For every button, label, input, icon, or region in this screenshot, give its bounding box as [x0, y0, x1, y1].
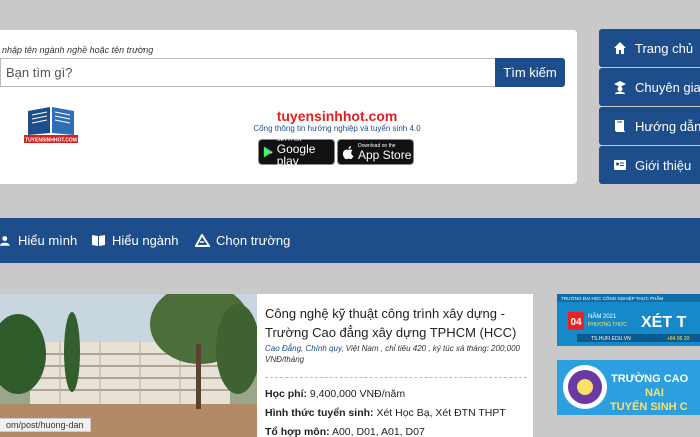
google-play-button[interactable]: GET IT ON Google play	[258, 137, 335, 168]
sidebar-item-experts[interactable]: Chuyên gia	[599, 68, 700, 106]
logo-text: TUYENSINHHOT.COM	[25, 138, 77, 144]
banner1-url: TS.HUFI.EDU.VN	[591, 336, 631, 342]
banner1-method: PHƯƠNG THỨC	[588, 321, 627, 328]
search-input[interactable]	[0, 58, 496, 87]
sidebar-item-about[interactable]: Giới thiệu	[599, 146, 700, 184]
school-icon	[195, 234, 210, 247]
graduate-icon	[614, 81, 626, 94]
banner1-big: XÉT T	[641, 312, 687, 331]
post-title[interactable]: Công nghệ kỹ thuật công trình xây dựng -…	[265, 304, 527, 342]
banner1-top: TRƯỜNG ĐẠI HỌC CÔNG NGHIỆP THỰC PHẨM	[561, 294, 663, 301]
sidebar-item-label: Chuyên gia	[635, 79, 700, 95]
banner1-phone: +84 96 20	[667, 336, 690, 342]
school-photo[interactable]	[0, 294, 257, 437]
banner2-top: TRƯỜNG CAO	[611, 372, 689, 385]
post-meta-category[interactable]: Cao Đẳng, Chính quy	[265, 344, 341, 353]
book-icon	[615, 120, 625, 132]
subject-combo-value: A00, D01, A01, D07	[331, 426, 425, 437]
tuition-label: Học phí:	[265, 388, 307, 400]
nav-item-schools[interactable]: Chọn trường	[195, 233, 290, 248]
app-store-button[interactable]: Download on the App Store	[337, 139, 414, 165]
hufi-ad-banner[interactable]: TRƯỜNG ĐẠI HỌC CÔNG NGHIỆP THỰC PHẨM 04 …	[557, 294, 700, 346]
brand-name[interactable]: tuyensinhhot.com	[242, 108, 432, 124]
google-play-big: Google play	[276, 141, 316, 168]
tuition-row: Học phí: 9,400,000 VNĐ/năm	[265, 388, 405, 400]
tuition-value: 9,400,000 VNĐ/năm	[309, 388, 406, 400]
sidebar-item-home[interactable]: Trang chủ	[599, 29, 700, 67]
banner2-mid: NAI	[645, 387, 664, 399]
brand-tagline: Cổng thông tin hướng nghiệp và tuyển sin…	[253, 124, 421, 133]
apple-icon	[342, 145, 354, 159]
user-icon	[0, 236, 10, 246]
app-store-big: App Store	[358, 147, 412, 162]
nav-item-label: Hiểu ngành	[112, 233, 179, 248]
admission-method-label: Hình thức tuyển sinh:	[265, 407, 374, 419]
admission-method-value: Xét Học Bạ, Xét ĐTN THPT	[376, 407, 506, 419]
card-divider	[265, 377, 527, 378]
home-icon	[614, 42, 626, 54]
banner1-number: 04	[570, 317, 582, 328]
search-hint: nhập tên ngành nghề hoặc tên trường	[2, 45, 154, 55]
post-meta: Cao Đẳng, Chính quy, Việt Nam , chỉ tiêu…	[265, 343, 529, 365]
nav-item-self[interactable]: Hiểu mình	[0, 233, 77, 248]
sidebar-item-label: Hướng dẫn	[635, 118, 700, 134]
college-ad-banner[interactable]: TRƯỜNG CAO NAI TUYỂN SINH C	[557, 360, 700, 415]
sidebar-item-label: Giới thiệu	[635, 157, 692, 173]
nav-item-majors[interactable]: Hiểu ngành	[91, 233, 179, 248]
nav-item-label: Hiểu mình	[18, 233, 78, 248]
google-play-icon	[263, 146, 273, 158]
admission-method-row: Hình thức tuyển sinh: Xét Học Bạ, Xét ĐT…	[265, 407, 506, 419]
subject-combo-label: Tổ hợp môn:	[265, 426, 330, 437]
sidebar-item-label: Trang chủ	[635, 40, 694, 56]
sidebar-item-guide[interactable]: Hướng dẫn	[599, 107, 700, 145]
open-book-icon	[92, 235, 105, 246]
browser-status-url: om/post/huong-dan	[0, 418, 91, 432]
banner2-bottom: TUYỂN SINH C	[610, 400, 688, 413]
subject-combo-row: Tổ hợp môn: A00, D01, A01, D07	[265, 426, 425, 437]
search-button[interactable]: Tìm kiếm	[495, 58, 565, 87]
site-logo[interactable]: TUYENSINHHOT.COM	[24, 105, 78, 145]
id-card-icon	[614, 160, 626, 170]
banner1-year: NĂM 2021	[588, 313, 617, 320]
nav-item-label: Chọn trường	[216, 233, 291, 248]
